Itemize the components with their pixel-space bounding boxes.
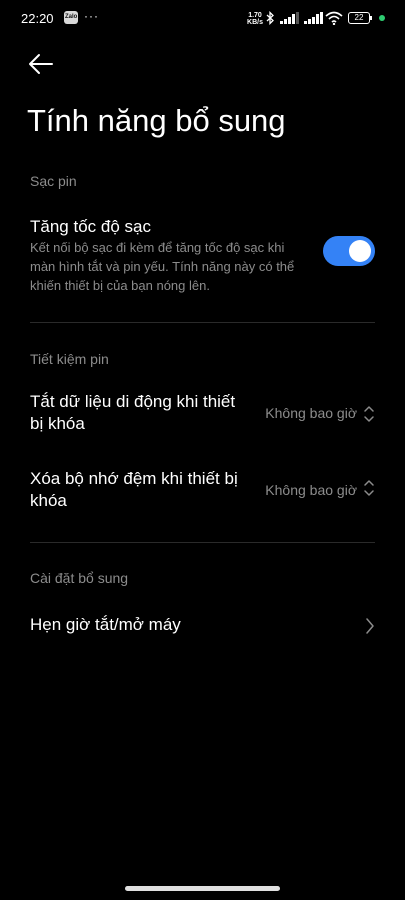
toggle-knob [349,240,371,262]
clear-cache-lock-title-line2: khóa [30,491,67,510]
network-speed-unit: KB/s [247,19,263,26]
home-indicator[interactable] [125,886,280,891]
network-speed: 1.70 KB/s [245,12,265,26]
divider [30,322,375,323]
zalo-icon: Zalo [64,11,78,24]
status-time: 22:20 [21,11,54,26]
battery-level: 22 [354,13,364,22]
mobile-data-lock-title-line1: Tắt dữ liệu di động khi thiết [30,392,236,411]
fast-charge-toggle[interactable] [323,236,375,266]
section-header-charging: Sạc pin [30,173,77,189]
zalo-icon-label: Zalo [65,14,78,20]
clear-cache-lock-row[interactable]: Xóa bộ nhớ đệm khi thiết bị khóa Không b… [0,462,405,518]
battery-tip [370,16,372,20]
up-down-chevron-icon [364,406,374,422]
fast-charge-row[interactable]: Tăng tốc độ sạc Kết nối bộ sạc đi kèm để… [0,206,405,306]
page-title: Tính năng bổ sung [27,103,286,138]
network-speed-value: 1.70 [248,12,262,19]
more-icon: ··· [84,9,99,23]
mobile-data-lock-title-line2: bị khóa [30,414,85,433]
up-down-chevron-icon [364,480,374,496]
status-bar: 22:20 Zalo ··· 1.70 KB/s 22 [0,0,405,38]
back-button[interactable] [26,50,56,80]
section-header-battery-saver: Tiết kiệm pin [30,351,109,367]
mobile-data-lock-row[interactable]: Tắt dữ liệu di động khi thiết bị khóa Kh… [0,385,405,441]
fast-charge-description: Kết nối bộ sạc đi kèm để tăng tốc độ sạc… [30,240,295,293]
schedule-power-title: Hẹn giờ tắt/mở máy [30,615,181,634]
charging-dot-icon [379,15,385,21]
back-arrow-icon [29,54,53,74]
chevron-right-icon [366,618,374,634]
bluetooth-icon [266,11,274,25]
clear-cache-lock-value: Không bao giờ [265,482,357,498]
signal-icon [304,12,323,24]
mobile-data-lock-value: Không bao giờ [265,405,357,421]
signal-icon [280,12,299,24]
clear-cache-lock-title-line1: Xóa bộ nhớ đệm khi thiết bị [30,469,238,488]
wifi-icon [325,11,343,25]
schedule-power-row[interactable]: Hẹn giờ tắt/mở máy [0,602,405,648]
battery-icon: 22 [348,12,370,24]
section-header-additional: Cài đặt bổ sung [30,570,129,586]
divider [30,542,375,543]
fast-charge-title: Tăng tốc độ sạc [30,217,151,236]
clear-cache-lock-title: Xóa bộ nhớ đệm khi thiết bị khóa [30,468,238,512]
mobile-data-lock-title: Tắt dữ liệu di động khi thiết bị khóa [30,391,235,435]
